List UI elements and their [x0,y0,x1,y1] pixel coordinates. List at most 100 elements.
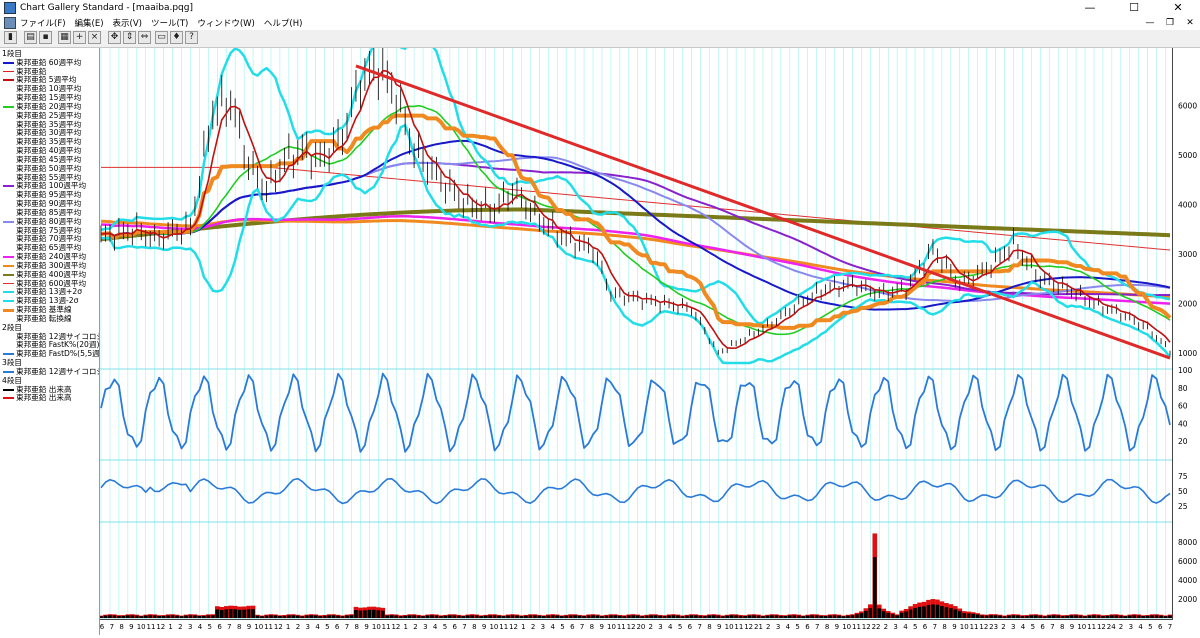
volume-bar [166,615,170,618]
menu-tools[interactable]: ツール(T) [151,17,188,29]
y-tick-label: 4000 [1178,576,1197,585]
volume-bar [255,615,260,618]
doc-close-button[interactable]: ✕ [1180,16,1200,30]
x-tick-label: 2 [884,623,888,631]
close-button[interactable]: ✕ [1156,0,1200,16]
doc-minimize-button[interactable]: — [1140,16,1160,30]
volume-bar [1056,615,1060,618]
maximize-button[interactable]: ☐ [1112,0,1156,16]
save-icon[interactable]: ▪ [39,31,52,44]
volume-bar [296,615,300,618]
volume-bar [586,615,591,618]
y-tick-label: 8000 [1178,538,1197,547]
chart-svg[interactable]: 1000200030004000500060002040608010025507… [98,31,1200,635]
volume-bar [658,615,662,618]
x-tick-label: 5 [795,623,799,631]
volume-bar [452,615,457,618]
legend-label: 東邦亜鉛 90週平均 [16,199,82,209]
volume-bar [202,615,206,618]
x-tick-label: 6 [1040,623,1045,631]
x-tick-label: 8 [825,623,829,631]
x-tick-label: 5 [325,623,329,631]
volume-bar [881,611,886,618]
x-tick-label: 4 [315,623,320,631]
volume-bar [738,615,743,618]
volume-bar [980,615,984,618]
volume-bar [890,614,895,618]
volume-bar [542,616,546,618]
legend-swatch [3,256,14,259]
menu-file[interactable]: ファイル(F) [20,17,66,29]
legend-entry[interactable]: 東邦亜鉛 60週平均 [0,57,99,68]
crosshair-icon[interactable]: + [73,31,86,44]
open-folder-icon[interactable]: ▤ [24,31,37,44]
legend-label: 東邦亜鉛 240週平均 [16,252,87,262]
x-tick-label: 3 [423,623,427,631]
volume-bar [1163,616,1168,618]
volume-bar [322,615,327,618]
x-tick-label: 12 [627,623,636,631]
volume-bar [179,616,184,618]
volume-bar [157,615,161,618]
x-tick-label: 24 [1107,623,1116,631]
chart-area[interactable]: 1000 2000 3000 4000 5000 6000 20 40 60 80 100 25 50 7… [98,31,1200,635]
print-icon[interactable]: ▭ [155,31,168,44]
volume-bar [1154,615,1159,618]
scale-icon[interactable]: ⇔ [138,31,151,44]
volume-bar [1051,615,1056,618]
document-icon[interactable] [4,17,16,29]
chart-icon[interactable]: ▮ [4,31,17,44]
volume-bar [796,615,801,618]
volume-bar [134,615,139,618]
volume-bar [340,616,345,618]
legend-label: 東邦亜鉛 FastD%(5,5週) [16,349,100,359]
pin-icon[interactable]: ♦ [170,31,183,44]
series-line [100,372,1171,453]
scroll-icon[interactable]: ⇕ [123,31,136,44]
legend-entry[interactable]: 東邦亜鉛 出来高 [0,393,99,403]
delete-icon[interactable]: × [88,31,101,44]
volume-bar [211,615,215,618]
volume-bar [649,615,653,618]
volume-bar [626,615,631,618]
volume-bar [345,615,349,618]
help-icon[interactable]: ? [185,31,198,44]
legend-label: 1段目 [2,49,23,58]
doc-restore-button[interactable]: ❐ [1160,16,1180,30]
volume-bar [756,615,761,618]
menu-help[interactable]: ヘルプ(H) [264,17,303,29]
volume-bar [1127,615,1132,618]
legend-label: 東邦亜鉛 50週平均 [16,163,82,173]
minimize-button[interactable]: — [1068,0,1112,16]
volume-bar [461,616,466,618]
window-controls: — ☐ ✕ [1068,0,1200,16]
volume-bar [358,610,363,618]
menu-window[interactable]: ウィンドウ(W) [197,17,255,29]
legend-label: 3段目 [2,358,23,368]
grid-icon[interactable]: ▦ [58,31,71,44]
x-tick-label: 2 [1001,623,1005,631]
volume-bar [470,615,475,618]
x-tick-label: 6 [100,623,105,631]
volume-bar [143,615,148,618]
legend-swatch [3,238,14,240]
menu-bar: ファイル(F) 編集(E) 表示(V) ツール(T) ウィンドウ(W) ヘルプ(… [0,16,1200,30]
legend-label: 東邦亜鉛 20週平均 [16,101,82,111]
volume-bar [703,616,707,618]
legend-label: 東邦亜鉛 60週平均 [16,57,82,67]
menu-view[interactable]: 表示(V) [113,17,142,29]
volume-bar [644,615,649,618]
move-icon[interactable]: ✥ [108,31,121,44]
volume-bar [546,615,551,618]
y-tick-label: 6000 [1178,557,1197,566]
volume-bar [940,606,944,618]
volume-bar [671,615,676,618]
volume-bar [595,615,600,618]
volume-bar [872,557,877,618]
volume-bar [922,606,926,618]
volume-bar [1042,616,1047,618]
volume-bar [331,615,336,618]
menu-edit[interactable]: 編集(E) [75,17,104,29]
volume-bar [483,615,488,618]
volume-bar [121,615,126,618]
